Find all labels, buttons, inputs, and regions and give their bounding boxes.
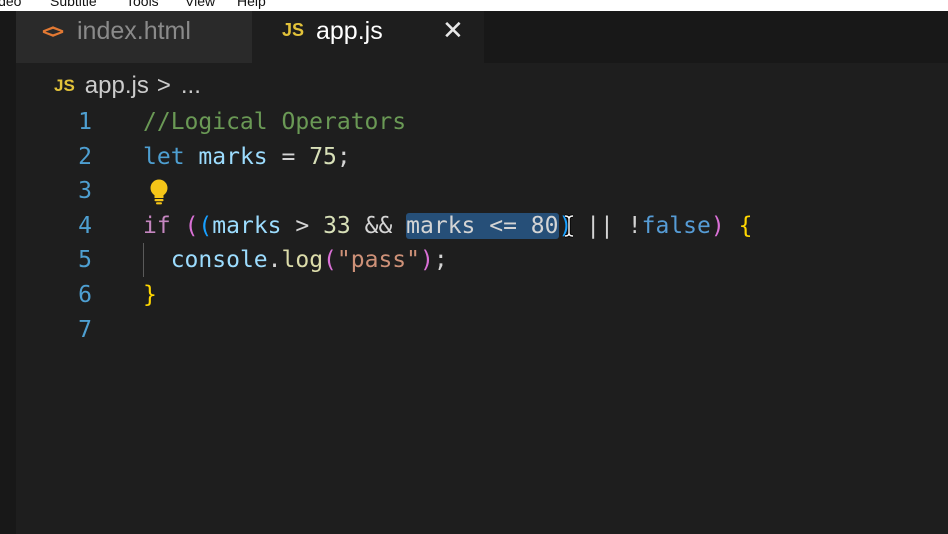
close-tab-icon[interactable]: ✕ xyxy=(442,16,464,46)
line-number: 3 xyxy=(78,178,92,205)
code-token: || xyxy=(572,212,628,239)
editor-tab-bar: <> index.html JS app.js ✕ xyxy=(16,11,948,63)
code-text[interactable]: console.log("pass"); xyxy=(143,243,448,277)
menu-item-help[interactable]: Help xyxy=(237,0,266,8)
code-token: 33 xyxy=(323,212,351,239)
code-token: 75 xyxy=(309,143,337,170)
code-token: false xyxy=(641,212,711,239)
indent-guide xyxy=(143,243,144,278)
tab-index-html[interactable]: <> index.html xyxy=(16,11,252,63)
breadcrumb-symbols[interactable]: ... xyxy=(181,72,201,100)
code-line[interactable]: 3 xyxy=(16,174,948,208)
menu-item-video[interactable]: ideo xyxy=(0,0,21,8)
code-line[interactable]: 2 let marks = 75; xyxy=(16,140,948,174)
js-file-icon: JS xyxy=(282,20,305,40)
code-editor[interactable]: JS app.js > ... 1 //Logical Operators 2 let… xyxy=(16,63,948,534)
line-number: 1 xyxy=(78,109,92,135)
code-line[interactable]: 6} xyxy=(16,278,948,312)
code-token: ( xyxy=(198,212,213,239)
code-text[interactable]: //Logical Operators xyxy=(143,105,406,139)
chevron-right-icon: > xyxy=(156,72,171,99)
code-token: = xyxy=(267,143,310,170)
code-token: log xyxy=(281,247,324,274)
menu-item-view[interactable]: View xyxy=(185,0,215,8)
breadcrumb: JS app.js > ... xyxy=(54,71,201,101)
code-token: ; xyxy=(336,143,351,170)
tab-app-js[interactable]: JS app.js ✕ xyxy=(252,11,484,63)
code-text[interactable]: } xyxy=(143,278,157,312)
menu-item-subtitle[interactable]: Subtitle xyxy=(50,0,97,8)
code-token: ; xyxy=(433,247,448,274)
tab-label: index.html xyxy=(77,17,191,45)
line-number: 4 xyxy=(78,212,92,239)
code-token: ) xyxy=(420,247,434,274)
code-token: . xyxy=(267,247,282,274)
code-token: ( xyxy=(323,247,337,274)
tab-label: app.js xyxy=(316,17,383,45)
code-token: ) xyxy=(710,212,725,239)
js-file-icon: JS xyxy=(54,76,75,95)
menu-bar: ideo Subtitle Tools View Help xyxy=(0,0,948,11)
line-number: 5 xyxy=(78,247,92,274)
code-token: let xyxy=(143,143,185,170)
selected-text: marks <= 80 xyxy=(406,212,559,239)
code-line[interactable]: 4 if ((marks > 33 && marks <= 80) || !fal… xyxy=(16,209,948,243)
code-token: //Logical Operators xyxy=(143,109,407,135)
code-token: { xyxy=(738,212,753,239)
code-line[interactable]: 5 console.log("pass"); xyxy=(16,243,948,278)
lightbulb-icon[interactable] xyxy=(146,178,172,206)
code-token: } xyxy=(143,282,157,308)
code-token: > xyxy=(281,212,324,239)
code-area[interactable]: 1//Logical Operators 2 let marks = 75; 3 4 if… xyxy=(16,105,948,505)
code-line[interactable]: 1 //Logical Operators xyxy=(16,105,948,139)
code-token: && xyxy=(350,212,407,239)
code-token: ! xyxy=(627,212,642,239)
code-token: marks xyxy=(198,143,268,170)
code-token: marks xyxy=(212,212,282,239)
breadcrumb-file[interactable]: app.js xyxy=(85,72,149,100)
html-file-icon: <> xyxy=(42,19,64,43)
line-number: 2 xyxy=(78,143,92,170)
code-token: if xyxy=(143,212,171,239)
code-token: ( xyxy=(184,212,199,239)
left-gutter-strip xyxy=(0,11,16,534)
menu-item-tools[interactable]: Tools xyxy=(126,0,159,8)
code-token: console xyxy=(170,247,268,274)
code-text[interactable]: if ((marks > 33 && marks <= 80) || !fals… xyxy=(143,209,752,243)
code-line[interactable]: 7 xyxy=(16,313,948,347)
ibeam-cursor-icon xyxy=(564,214,574,238)
code-token: "pass" xyxy=(336,247,420,274)
line-number: 6 xyxy=(78,282,92,308)
line-number: 7 xyxy=(78,316,92,343)
code-text[interactable]: let marks = 75; xyxy=(143,140,351,174)
